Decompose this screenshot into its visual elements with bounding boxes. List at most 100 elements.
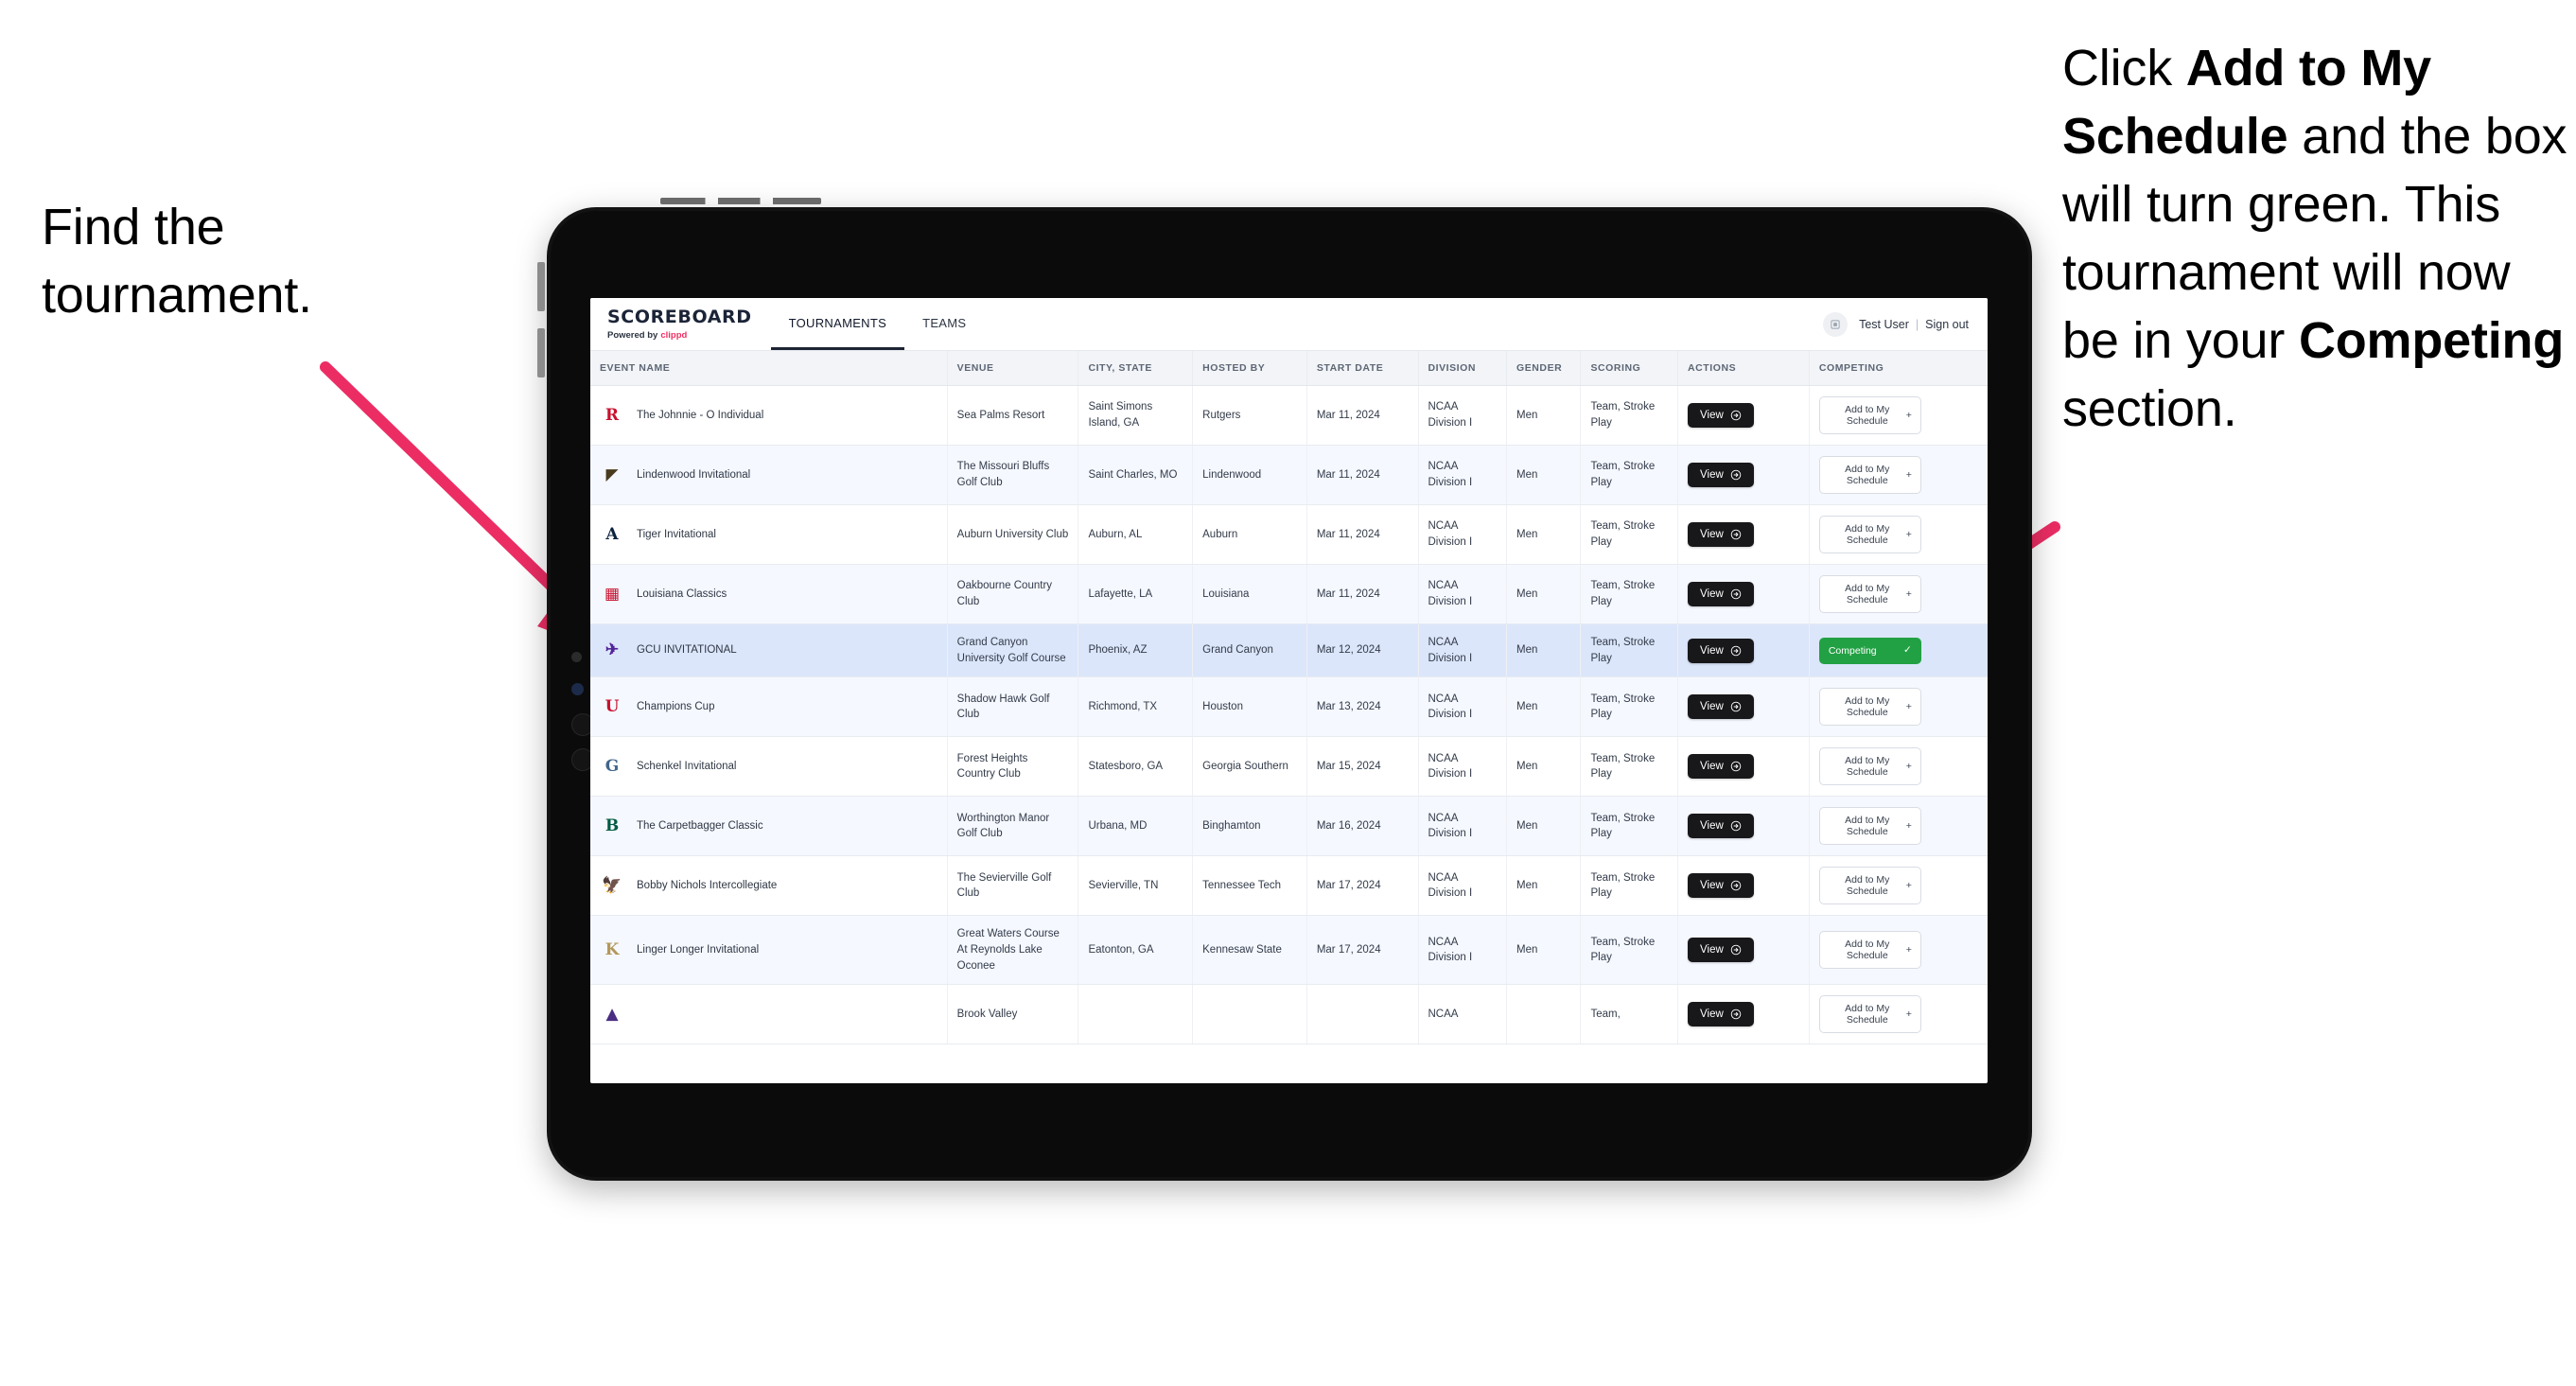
cell-competing: Add to My Schedule + <box>1809 504 1988 565</box>
table-row[interactable]: ◤ Lindenwood Invitational The Missouri B… <box>590 445 1988 505</box>
add-to-my-schedule-button[interactable]: Add to My Schedule + <box>1818 516 1921 553</box>
cell-venue: Worthington Manor Golf Club <box>947 796 1079 857</box>
event-name-text: Lindenwood Invitational <box>637 468 751 481</box>
column-header-scoring[interactable]: SCORING <box>1580 351 1679 386</box>
cell-competing: Competing ✓ <box>1809 623 1988 678</box>
cell-start-date: Mar 15, 2024 <box>1306 736 1419 798</box>
add-to-my-schedule-button[interactable]: Add to My Schedule + <box>1818 456 1921 494</box>
view-button[interactable]: View <box>1688 522 1754 547</box>
cell-city-state: Saint Charles, MO <box>1078 445 1194 505</box>
view-button[interactable]: View <box>1688 1002 1754 1027</box>
callout-find-tournament: Find the tournament. <box>42 193 448 330</box>
arrow-circle-icon <box>1730 469 1742 481</box>
cell-venue: Sea Palms Resort <box>947 385 1079 446</box>
sign-out-link[interactable]: Sign out <box>1925 318 1969 331</box>
user-avatar-icon <box>1831 319 1840 329</box>
view-button[interactable]: View <box>1688 754 1754 780</box>
add-to-my-schedule-button[interactable]: Add to My Schedule + <box>1818 995 1921 1034</box>
table-row[interactable]: A Tiger Invitational Auburn University C… <box>590 504 1988 565</box>
auburn-logo: A <box>605 524 619 544</box>
cell-start-date: Mar 13, 2024 <box>1306 676 1419 738</box>
cell-scoring: Team, Stroke Play <box>1580 564 1679 624</box>
cell-gender: Men <box>1506 504 1582 565</box>
tab-tournaments[interactable]: TOURNAMENTS <box>770 298 905 350</box>
column-header-actions: ACTIONS <box>1677 351 1810 386</box>
add-label: Add to My Schedule <box>1845 755 1890 779</box>
table-row[interactable]: R The Johnnie - O Individual Sea Palms R… <box>590 385 1988 446</box>
tennessee-tech-golden-eagles-logo: 🦅 <box>602 875 622 895</box>
cell-scoring: Team, Stroke Play <box>1580 504 1679 565</box>
view-button[interactable]: View <box>1688 694 1754 720</box>
table-row[interactable]: ▲ Brook Valley NCAA Team, View Add to My… <box>590 984 1988 1045</box>
plus-icon: + <box>1905 588 1912 600</box>
arrow-circle-icon <box>1730 821 1742 832</box>
table-row[interactable]: U Champions Cup Shadow Hawk Golf Club Ri… <box>590 676 1988 738</box>
view-button[interactable]: View <box>1688 403 1754 428</box>
column-header-start-date[interactable]: START DATE <box>1306 351 1419 386</box>
event-name-text: Louisiana Classics <box>637 588 727 600</box>
add-to-my-schedule-button[interactable]: Add to My Schedule + <box>1818 867 1921 905</box>
arrow-circle-icon <box>1730 645 1742 656</box>
add-label: Add to My Schedule <box>1845 583 1890 605</box>
add-label: Add to My Schedule <box>1845 695 1890 719</box>
binghamton-bearcats-logo: B <box>605 816 620 835</box>
table-row[interactable]: B The Carpetbagger Classic Worthington M… <box>590 796 1988 857</box>
add-to-my-schedule-button[interactable]: Add to My Schedule + <box>1818 396 1921 434</box>
table-row[interactable]: ▦ Louisiana Classics Oakbourne Country C… <box>590 564 1988 624</box>
cell-gender: Men <box>1506 855 1582 917</box>
cell-hosted-by: Georgia Southern <box>1192 736 1307 798</box>
view-button[interactable]: View <box>1688 873 1754 899</box>
cell-actions: View <box>1677 676 1810 738</box>
cell-scoring: Team, Stroke Play <box>1580 445 1679 505</box>
sensor-dot-icon <box>571 652 582 662</box>
avatar[interactable] <box>1823 311 1849 337</box>
view-button[interactable]: View <box>1688 463 1754 487</box>
plus-icon: + <box>1905 880 1912 892</box>
table-row[interactable]: ✈ GCU INVITATIONAL Grand Canyon Universi… <box>590 623 1988 678</box>
cell-hosted-by: Lindenwood <box>1192 445 1307 505</box>
column-header-city-state[interactable]: CITY, STATE <box>1078 351 1194 386</box>
cell-gender: Men <box>1506 623 1582 678</box>
add-to-my-schedule-button[interactable]: Add to My Schedule + <box>1818 688 1921 727</box>
table-row[interactable]: K Linger Longer Invitational Great Water… <box>590 915 1988 986</box>
arrow-circle-icon <box>1730 588 1742 600</box>
column-header-event-name[interactable]: EVENT NAME <box>590 351 948 386</box>
volume-down-button[interactable] <box>537 328 545 377</box>
add-to-my-schedule-button[interactable]: Add to My Schedule + <box>1818 747 1921 786</box>
tab-teams[interactable]: TEAMS <box>904 298 984 350</box>
brand-logo[interactable]: SCOREBOARD Powered by clippd <box>590 298 771 350</box>
volume-up-button[interactable] <box>537 262 545 311</box>
view-button[interactable]: View <box>1688 638 1754 663</box>
cell-scoring: Team, Stroke Play <box>1580 796 1679 857</box>
cell-actions: View <box>1677 445 1810 505</box>
cell-division: NCAA Division I <box>1418 385 1508 446</box>
column-header-hosted-by[interactable]: HOSTED BY <box>1192 351 1307 386</box>
cell-actions: View <box>1677 796 1810 857</box>
cell-hosted-by <box>1192 984 1307 1045</box>
callout-left-line2: tournament. <box>42 267 312 325</box>
view-button[interactable]: View <box>1688 582 1754 606</box>
column-header-gender[interactable]: GENDER <box>1506 351 1582 386</box>
callout-right-seg1: Click <box>2062 40 2186 96</box>
cell-scoring: Team, Stroke Play <box>1580 385 1679 446</box>
competing-label: Competing <box>1828 644 1877 657</box>
competing-button[interactable]: Competing ✓ <box>1818 637 1921 664</box>
view-button[interactable]: View <box>1688 814 1754 839</box>
add-label: Add to My Schedule <box>1845 1003 1890 1026</box>
column-header-venue[interactable]: VENUE <box>947 351 1079 386</box>
cell-event-name: ▲ <box>590 984 948 1045</box>
tournaments-table-scroll[interactable]: EVENT NAME VENUE CITY, STATE HOSTED BY S… <box>590 351 1988 1083</box>
plus-icon: + <box>1905 468 1912 481</box>
column-header-division[interactable]: DIVISION <box>1418 351 1508 386</box>
view-button[interactable]: View <box>1688 938 1754 963</box>
cell-venue: Forest Heights Country Club <box>947 736 1079 798</box>
add-to-my-schedule-button[interactable]: Add to My Schedule + <box>1818 807 1921 846</box>
arrow-circle-icon <box>1730 1009 1742 1020</box>
cell-start-date <box>1306 984 1419 1045</box>
add-to-my-schedule-button[interactable]: Add to My Schedule + <box>1818 931 1921 970</box>
cell-competing: Add to My Schedule + <box>1809 676 1988 738</box>
cell-competing: Add to My Schedule + <box>1809 915 1988 986</box>
add-to-my-schedule-button[interactable]: Add to My Schedule + <box>1818 575 1921 613</box>
table-row[interactable]: 🦅 Bobby Nichols Intercollegiate The Sevi… <box>590 855 1988 917</box>
table-row[interactable]: G Schenkel Invitational Forest Heights C… <box>590 736 1988 798</box>
